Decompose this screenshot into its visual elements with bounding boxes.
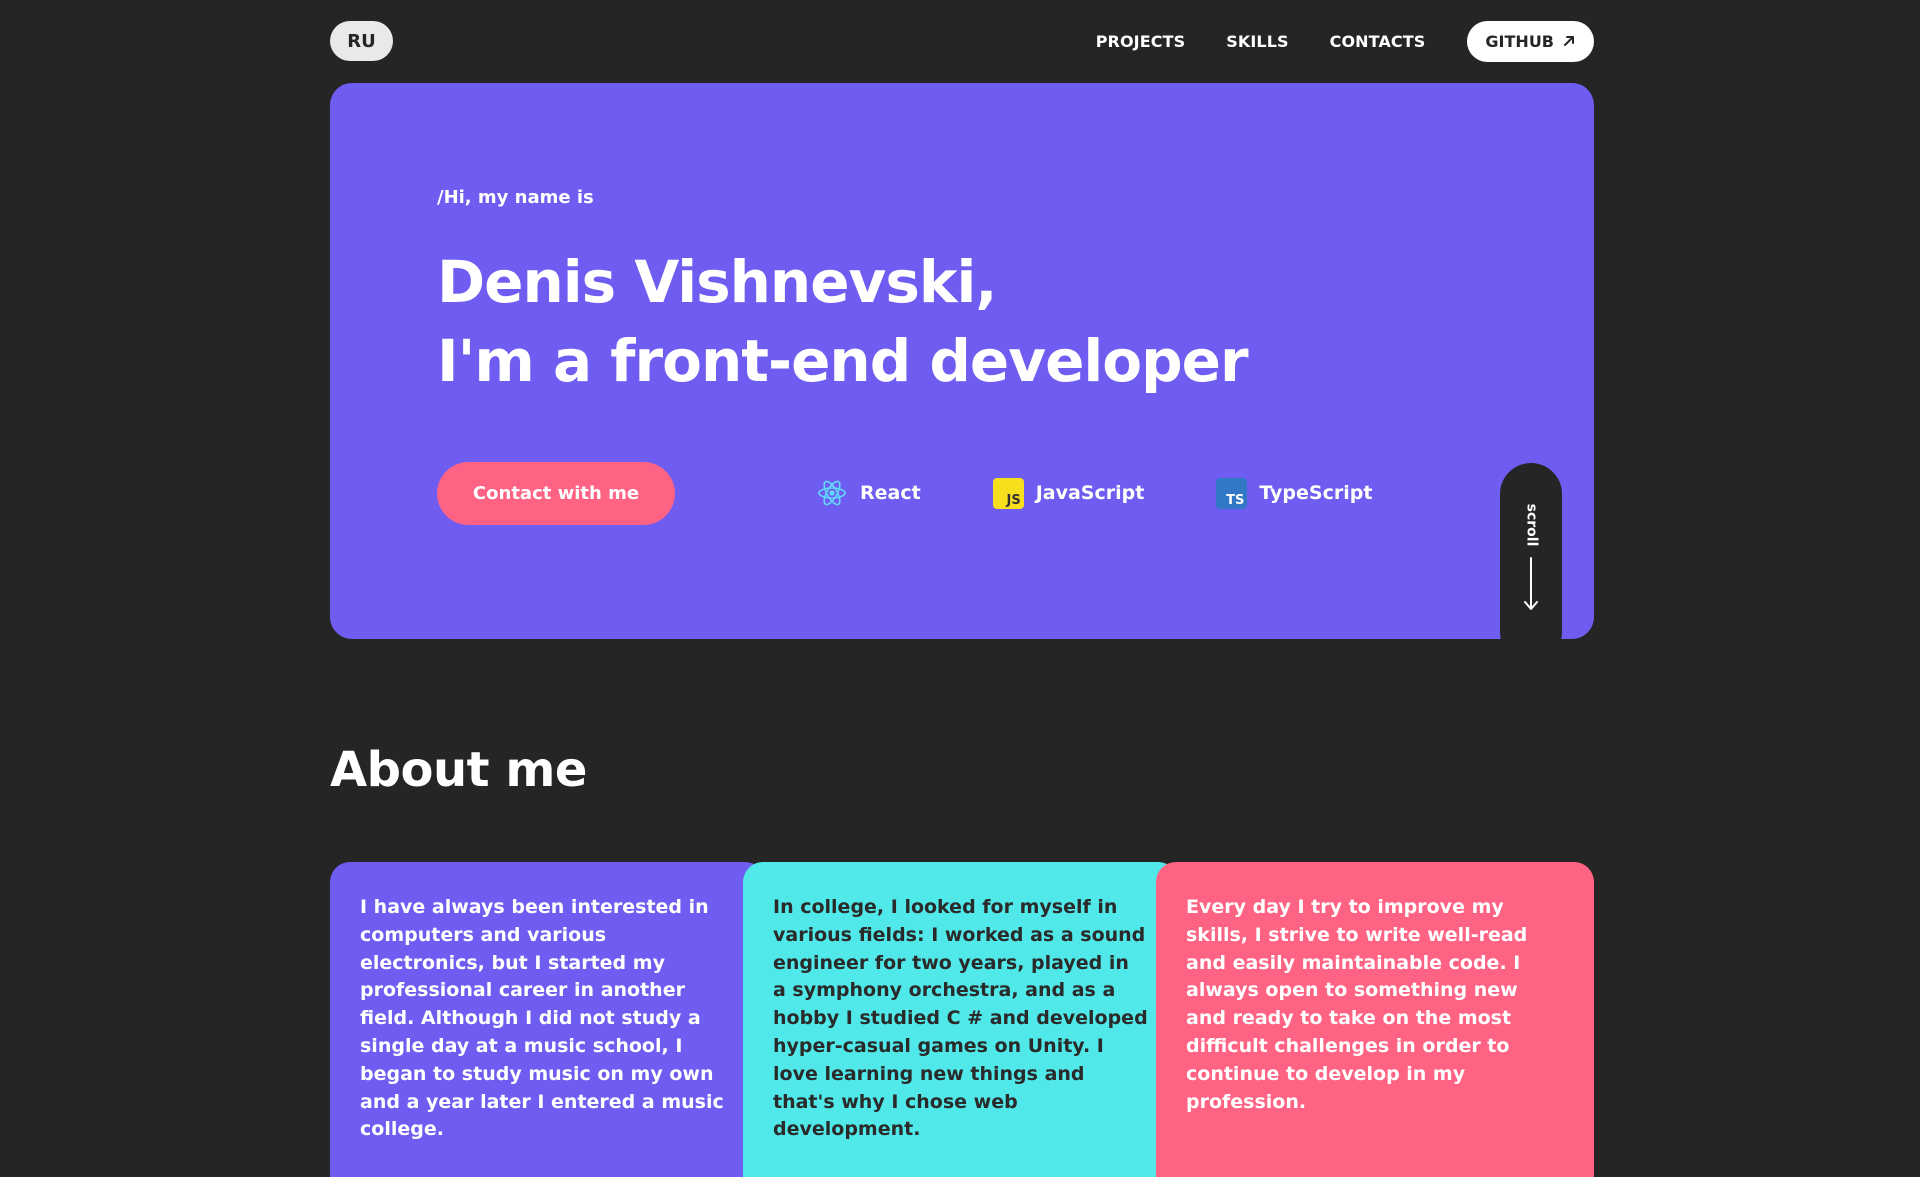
- main-nav: PROJECTS SKILLS CONTACTS GITHUB: [1055, 20, 1594, 62]
- github-label: GITHUB: [1485, 31, 1554, 51]
- arrow-down-icon: [1524, 557, 1538, 610]
- javascript-icon: JS: [992, 477, 1024, 509]
- hero-intro: /Hi, my name is: [437, 187, 594, 208]
- skill-react: React: [816, 477, 921, 509]
- arrow-up-right-icon: [1564, 36, 1574, 46]
- nav-link-contacts[interactable]: CONTACTS: [1330, 32, 1426, 51]
- typescript-icon: TS: [1216, 477, 1248, 509]
- about-cards: I have always been interested in compute…: [330, 862, 1594, 1177]
- hero-title-line-2: I'm a front-end developer: [437, 327, 1249, 395]
- skills-row: React JS JavaScript TS TypeScript: [816, 476, 1444, 510]
- page: RU PROJECTS SKILLS CONTACTS GITHUB /Hi, …: [0, 0, 1920, 1177]
- skill-label-typescript: TypeScript: [1259, 482, 1373, 504]
- about-card-1: I have always been interested in compute…: [330, 862, 765, 1177]
- about-card-3: Every day I try to improve my skills, I …: [1156, 862, 1594, 1177]
- skill-typescript: TS TypeScript: [1216, 477, 1373, 509]
- nav-link-skills[interactable]: SKILLS: [1226, 32, 1288, 51]
- hero-card: /Hi, my name is Denis Vishnevski, I'm a …: [330, 83, 1594, 639]
- about-card-2: In college, I looked for myself in vario…: [743, 862, 1178, 1177]
- react-icon: [818, 480, 846, 506]
- github-button[interactable]: GITHUB: [1467, 20, 1594, 62]
- contact-button[interactable]: Contact with me: [437, 462, 675, 525]
- skill-label-react: React: [860, 482, 921, 504]
- about-title: About me: [330, 742, 587, 798]
- skill-javascript: JS JavaScript: [992, 477, 1145, 509]
- hero-title: Denis Vishnevski, I'm a front-end develo…: [437, 243, 1249, 401]
- scroll-indicator[interactable]: scroll: [1500, 463, 1562, 639]
- scroll-label: scroll: [1523, 503, 1540, 547]
- header: RU PROJECTS SKILLS CONTACTS GITHUB: [330, 20, 1594, 62]
- hero-title-line-1: Denis Vishnevski,: [437, 248, 997, 316]
- nav-link-projects[interactable]: PROJECTS: [1096, 32, 1186, 51]
- skill-label-javascript: JavaScript: [1035, 482, 1145, 504]
- language-toggle-button[interactable]: RU: [330, 21, 393, 61]
